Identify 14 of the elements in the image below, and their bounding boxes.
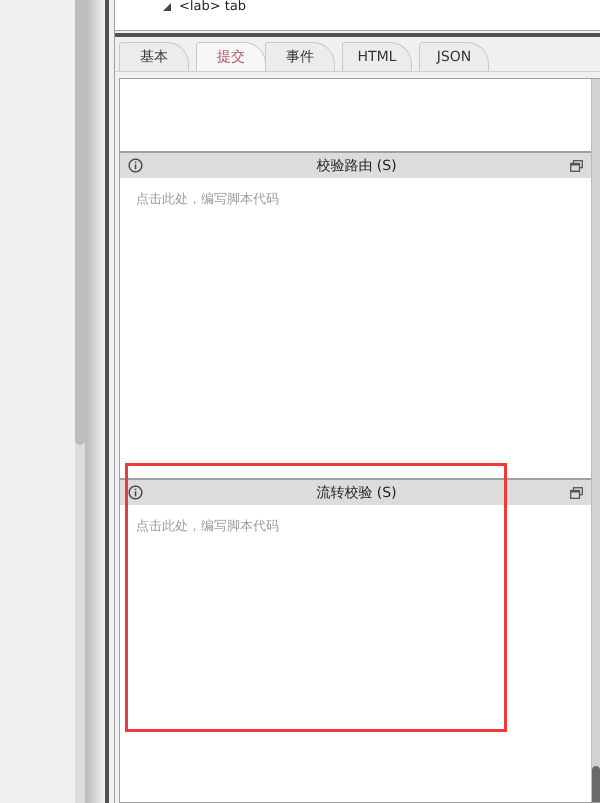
tree-node[interactable]: <lab> tab (163, 0, 246, 14)
info-icon[interactable] (128, 485, 143, 500)
tab[interactable]: 基本 (119, 42, 189, 71)
scrollbar-thumb[interactable] (592, 766, 600, 802)
section-title: 流转校验 (S) (315, 484, 398, 502)
tab[interactable]: 提交 (196, 42, 266, 71)
scrollbar-thumb[interactable] (75, 0, 85, 445)
tab[interactable]: JSON (419, 42, 489, 71)
tab[interactable]: 事件 (265, 42, 335, 71)
tab[interactable]: HTML (342, 42, 412, 71)
info-icon[interactable] (128, 158, 143, 173)
section-title: 校验路由 (S) (315, 156, 398, 174)
restore-icon[interactable] (570, 486, 583, 498)
restore-icon[interactable] (570, 160, 583, 172)
